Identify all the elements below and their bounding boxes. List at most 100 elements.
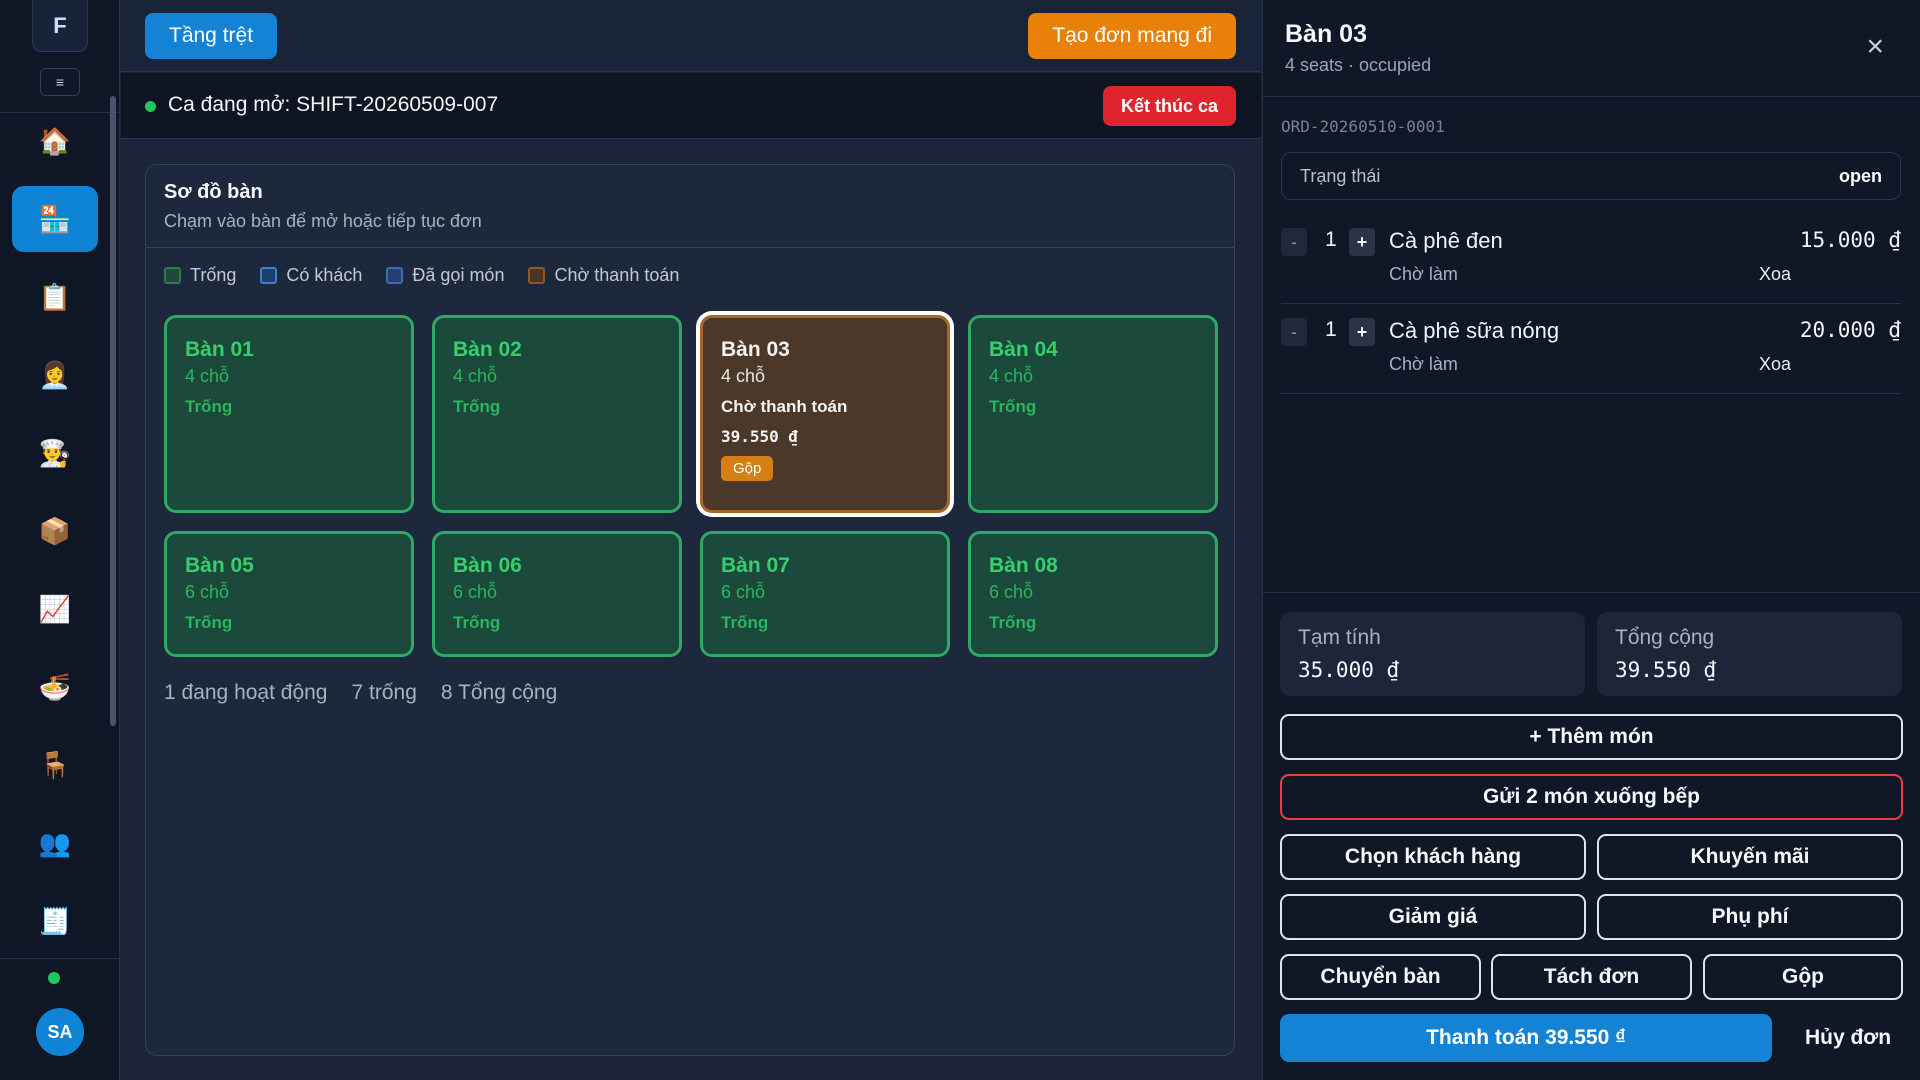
sidebar-item-home[interactable]: 🏠 — [12, 108, 98, 174]
item-name: Cà phê đen — [1389, 228, 1503, 253]
legend-swatch-ordered — [386, 267, 404, 284]
sidebar-item-reports[interactable]: 📈 — [12, 576, 98, 642]
sidebar-item-receipts[interactable]: 🧾 — [12, 888, 98, 954]
table-map-subtitle: Chạm vào bàn để mở hoặc tiếp tục đơn — [164, 211, 482, 231]
discount-button[interactable]: Giảm giá — [1280, 894, 1586, 940]
app-logo[interactable]: F — [32, 0, 88, 52]
total-value: 39.550 ₫ — [1615, 658, 1717, 682]
subtotal-label: Tạm tính — [1298, 626, 1381, 649]
avatar[interactable]: SA — [36, 1008, 84, 1056]
order-item: - 1 + Cà phê sữa nóng 20.000 ₫ Chờ làm X… — [1281, 306, 1901, 394]
stat-empty: 7 trống — [351, 681, 417, 704]
menu-toggle-button[interactable]: ≡ — [40, 68, 80, 96]
remove-item-button[interactable]: Xoa — [1759, 264, 1791, 285]
table-name: Bàn 04 — [989, 338, 1058, 361]
remove-item-button[interactable]: Xoa — [1759, 354, 1791, 375]
table-seats: 4 chỗ — [721, 366, 766, 386]
qty-decrease-button[interactable]: - — [1281, 228, 1307, 256]
surcharge-button[interactable]: Phụ phí — [1597, 894, 1903, 940]
order-status-row: Trạng thái open — [1281, 152, 1901, 200]
sidebar-item-orders[interactable]: 📋 — [12, 264, 98, 330]
chart-icon: 📈 — [38, 593, 72, 624]
choose-customer-button[interactable]: Chọn khách hàng — [1280, 834, 1586, 880]
legend-item-occupied: Có khách — [260, 265, 362, 286]
item-name: Cà phê sữa nóng — [1389, 318, 1560, 343]
item-quantity: 1 — [1325, 228, 1337, 251]
order-id: ORD-20260510-0001 — [1281, 117, 1445, 136]
shift-label: Ca đang mở: SHIFT-20260509-007 — [168, 93, 499, 116]
legend-item-ordered: Đã gọi món — [386, 265, 504, 286]
store-icon: 🏪 — [38, 203, 72, 234]
table-status: Trống — [721, 613, 769, 632]
table-name: Bàn 01 — [185, 338, 254, 361]
table-card-03[interactable]: Bàn 03 4 chỗ Chờ thanh toán 39.550 ₫ Gộp — [700, 315, 950, 513]
table-status: Trống — [453, 613, 501, 632]
table-card-08[interactable]: Bàn 08 6 chỗ Trống — [968, 531, 1218, 657]
table-name: Bàn 06 — [453, 554, 522, 577]
users-icon: 👥 — [38, 827, 72, 858]
table-seats: 6 chỗ — [721, 582, 766, 602]
legend-swatch-empty — [164, 267, 181, 284]
chair-icon: 🪑 — [38, 749, 72, 780]
sidebar-item-tables[interactable]: 🏪 — [12, 186, 98, 252]
clipboard-icon: 📋 — [38, 281, 72, 312]
divider — [1263, 592, 1920, 593]
receipt-icon: 🧾 — [38, 905, 72, 936]
table-card-06[interactable]: Bàn 06 6 chỗ Trống — [432, 531, 682, 657]
split-order-button[interactable]: Tách đơn — [1491, 954, 1692, 1000]
table-map-panel: Sơ đồ bàn Chạm vào bàn để mở hoặc tiếp t… — [145, 164, 1235, 1056]
table-status: Trống — [453, 397, 501, 416]
sidebar-item-inventory[interactable]: 📦 — [12, 498, 98, 564]
end-shift-button[interactable]: Kết thúc ca — [1102, 86, 1236, 126]
legend-item-awaiting-payment: Chờ thanh toán — [528, 265, 679, 286]
total-box: Tổng cộng 39.550 ₫ — [1597, 612, 1902, 696]
sidebar-item-staff[interactable]: 👩‍💼 — [12, 342, 98, 408]
status-label: Trạng thái — [1300, 165, 1381, 186]
item-state: Chờ làm — [1389, 264, 1458, 284]
table-card-07[interactable]: Bàn 07 6 chỗ Trống — [700, 531, 950, 657]
table-card-02[interactable]: Bàn 02 4 chỗ Trống — [432, 315, 682, 513]
subtotal-value: 35.000 ₫ — [1298, 658, 1400, 682]
table-name: Bàn 07 — [721, 554, 790, 577]
table-status: Trống — [989, 613, 1037, 632]
item-price: 20.000 ₫ — [1799, 318, 1901, 342]
sidebar-item-menu[interactable]: 🍜 — [12, 654, 98, 720]
item-price: 15.000 ₫ — [1799, 228, 1901, 252]
table-card-05[interactable]: Bàn 05 6 chỗ Trống — [164, 531, 414, 657]
legend-swatch-awaiting-payment — [528, 267, 546, 284]
qty-increase-button[interactable]: + — [1349, 318, 1375, 346]
legend-swatch-occupied — [260, 267, 278, 284]
table-card-04[interactable]: Bàn 04 4 chỗ Trống — [968, 315, 1218, 513]
table-seats: 6 chỗ — [185, 582, 230, 602]
qty-decrease-button[interactable]: - — [1281, 318, 1307, 346]
panel-title: Bàn 03 — [1285, 20, 1367, 48]
sidebar-divider — [0, 958, 120, 959]
subtotal-box: Tạm tính 35.000 ₫ — [1280, 612, 1585, 696]
status-legend: Trống Có khách Đã gọi món Chờ thanh toán — [164, 265, 679, 286]
table-seats: 4 chỗ — [989, 366, 1034, 386]
table-seats: 6 chỗ — [989, 582, 1034, 602]
sidebar-item-customers[interactable]: 👥 — [12, 810, 98, 876]
promotion-button[interactable]: Khuyến mãi — [1597, 834, 1903, 880]
order-panel: Bàn 03 4 seats · occupied × ORD-20260510… — [1262, 0, 1920, 1080]
sidebar-item-kitchen[interactable]: 👨‍🍳 — [12, 420, 98, 486]
add-item-button[interactable]: + Thêm món — [1280, 714, 1903, 760]
total-label: Tổng cộng — [1615, 626, 1715, 649]
close-icon[interactable]: × — [1866, 32, 1884, 62]
create-takeaway-button[interactable]: Tạo đơn mang đi — [1028, 13, 1236, 59]
legend-label: Có khách — [286, 265, 363, 285]
merge-button[interactable]: Gộp — [1703, 954, 1903, 1000]
table-status: Trống — [185, 397, 233, 416]
send-to-kitchen-button[interactable]: Gửi 2 món xuống bếp — [1280, 774, 1903, 820]
floor-button[interactable]: Tầng trệt — [145, 13, 278, 59]
sidebar-item-furniture[interactable]: 🪑 — [12, 732, 98, 798]
qty-increase-button[interactable]: + — [1349, 228, 1375, 256]
pay-button[interactable]: Thanh toán 39.550 ₫ — [1280, 1014, 1772, 1062]
sidebar-scrollbar[interactable] — [110, 96, 116, 726]
legend-item-empty: Trống — [164, 265, 236, 286]
item-state: Chờ làm — [1389, 354, 1458, 374]
table-card-01[interactable]: Bàn 01 4 chỗ Trống — [164, 315, 414, 513]
move-table-button[interactable]: Chuyển bàn — [1280, 954, 1481, 1000]
status-badge: open — [1839, 165, 1882, 186]
cancel-order-button[interactable]: Hủy đơn — [1793, 1014, 1903, 1062]
